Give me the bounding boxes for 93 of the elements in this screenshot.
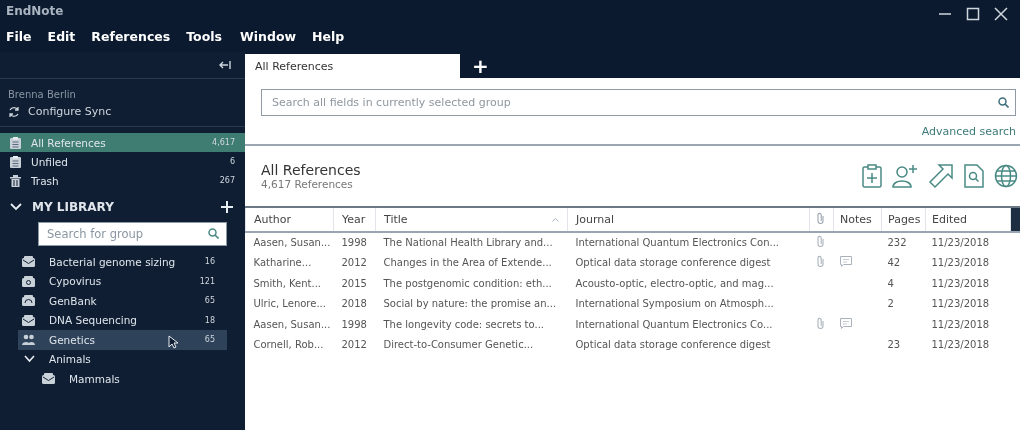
group-item[interactable]: Bacterial genome sizing 16 bbox=[18, 252, 227, 272]
table-cell-text: Changes in the Area of Extende... bbox=[382, 256, 553, 271]
column-header[interactable]: Year bbox=[333, 207, 376, 232]
table-cell-text: Social by nature: the promise an... bbox=[382, 297, 558, 312]
table-cell: 232 bbox=[887, 237, 907, 249]
table-cell-text: Optical data storage conference digest bbox=[574, 338, 772, 353]
table-cell-text: 11/23/2018 bbox=[930, 338, 991, 353]
table-cell-text: 2012 bbox=[340, 256, 368, 271]
table-cell-text: Acousto-optic, electro-optic, and mag... bbox=[574, 276, 775, 291]
arrow-icon[interactable] bbox=[928, 163, 954, 189]
sidebar-item[interactable]: Trash 267 bbox=[0, 171, 245, 190]
tab[interactable]: + bbox=[460, 54, 501, 78]
table-cell: 23 bbox=[887, 339, 901, 351]
search-icon bbox=[208, 228, 219, 239]
group-set-item[interactable]: Animals bbox=[18, 349, 227, 369]
table-cell-text: 11/23/2018 bbox=[930, 276, 991, 291]
table-cell: The National Health Library and... bbox=[375, 232, 568, 253]
table-cell: 42 bbox=[887, 257, 901, 269]
sync-icon bbox=[8, 105, 20, 118]
globe-icon[interactable] bbox=[994, 164, 1018, 188]
add-person-icon[interactable] bbox=[892, 164, 918, 188]
paperclip-icon[interactable] bbox=[816, 211, 825, 225]
column-header[interactable]: Pages bbox=[881, 207, 926, 232]
menu-item[interactable]: Help bbox=[312, 28, 345, 44]
table-cell-text: 2018 bbox=[340, 297, 368, 312]
trash-icon bbox=[10, 174, 21, 187]
table-cell-text: 2012 bbox=[340, 338, 368, 353]
table-cell-text: Cornell, Rob... bbox=[252, 338, 325, 353]
column-header[interactable]: Author bbox=[245, 207, 334, 232]
table-cell-text: International Symposium on Atmosph... bbox=[574, 297, 775, 312]
group-icon bbox=[22, 314, 35, 326]
group-icon bbox=[42, 373, 55, 385]
table-cell-text: The longevity code: secrets to... bbox=[382, 317, 545, 332]
group-title: All References bbox=[261, 162, 361, 178]
collapse-icon[interactable] bbox=[219, 60, 231, 70]
table-cell-text: Smith, Kent... bbox=[252, 276, 322, 291]
maximize-icon[interactable] bbox=[966, 7, 980, 21]
sidebar-item[interactable]: Unfiled 6 bbox=[0, 152, 245, 171]
document-search-icon[interactable] bbox=[964, 164, 984, 188]
table-cell-text: 2015 bbox=[340, 276, 368, 291]
advanced-search-link[interactable]: Advanced search bbox=[921, 125, 1016, 138]
table-cell-text: The postgenomic condition: eth... bbox=[382, 276, 553, 291]
table-cell-text: Optical data storage conference digest bbox=[574, 256, 772, 271]
clipboard-icon bbox=[10, 155, 21, 168]
menu-item[interactable]: Tools bbox=[186, 28, 222, 44]
add-icon[interactable] bbox=[221, 201, 233, 213]
menu-item[interactable]: File bbox=[6, 28, 32, 44]
table-cell: International Quantum Electronics Con... bbox=[567, 232, 810, 253]
group-search-field[interactable]: Search for group bbox=[38, 222, 227, 246]
table-cell-text: Direct-to-Consumer Genetic... bbox=[382, 338, 535, 353]
user-name: Brenna Berlin bbox=[8, 89, 77, 100]
clipboard-add-icon[interactable] bbox=[862, 164, 882, 188]
clipboard-icon bbox=[10, 136, 21, 149]
search-icon bbox=[998, 97, 1009, 108]
table-cell-text: 11/23/2018 bbox=[930, 317, 991, 332]
table-cell: 2 bbox=[887, 298, 894, 310]
table-cell-text: Aasen, Susan... bbox=[252, 317, 332, 332]
table-cell: 1998 bbox=[333, 232, 376, 253]
menu-item[interactable]: Edit bbox=[47, 28, 76, 44]
sort-icon bbox=[552, 218, 559, 222]
table-cell-text: Katharine... bbox=[252, 256, 313, 271]
column-header[interactable]: Title bbox=[375, 207, 568, 232]
table-cell-text: 11/23/2018 bbox=[930, 297, 991, 312]
close-icon[interactable] bbox=[994, 7, 1008, 21]
column-header[interactable]: Journal bbox=[567, 207, 810, 232]
table-cell: Aasen, Susan... bbox=[245, 232, 334, 253]
sync-button[interactable]: Configure Sync bbox=[8, 105, 112, 118]
group-item[interactable]: DNA Sequencing 18 bbox=[18, 310, 227, 330]
table-cell: 4 bbox=[887, 277, 894, 289]
reference-count: 4,617 References bbox=[261, 178, 354, 190]
table-cell: 11/23/2018 bbox=[925, 232, 1011, 253]
window-title: EndNote bbox=[6, 4, 64, 18]
people-icon bbox=[22, 334, 35, 346]
menu-item[interactable]: Window bbox=[240, 28, 297, 44]
group-icon bbox=[22, 256, 35, 268]
table-cell-text: International Quantum Electronics Co... bbox=[574, 317, 774, 332]
table-cell-text: 11/23/2018 bbox=[930, 256, 991, 271]
sidebar-item[interactable]: All References 4,617 bbox=[0, 133, 245, 152]
group-item[interactable]: Genetics 65 bbox=[18, 330, 227, 350]
mouse-cursor-icon bbox=[168, 335, 178, 349]
menu-item[interactable]: References bbox=[91, 28, 171, 44]
group-item[interactable]: Mammals bbox=[18, 369, 227, 389]
library-heading: MY LIBRARY bbox=[32, 200, 115, 214]
online-group-icon bbox=[22, 295, 35, 307]
table-cell-text: Ulric, Lenore... bbox=[252, 297, 327, 312]
chevron-icon[interactable] bbox=[10, 203, 22, 211]
search-field[interactable]: Search all fields in currently selected group bbox=[261, 89, 1016, 116]
group-item[interactable]: GenBank 65 bbox=[18, 291, 227, 311]
column-header[interactable]: Notes bbox=[833, 207, 882, 232]
group-item[interactable]: Cypovirus 121 bbox=[18, 271, 227, 291]
tab[interactable]: All References bbox=[245, 54, 460, 78]
smart-group-icon bbox=[22, 275, 35, 287]
table-cell-text: 1998 bbox=[340, 317, 368, 332]
